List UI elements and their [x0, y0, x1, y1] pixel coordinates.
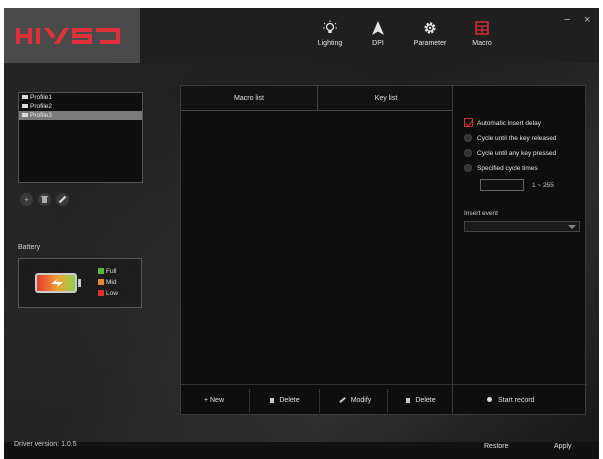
button-divider	[249, 389, 250, 413]
apply-button[interactable]: Apply	[554, 443, 572, 450]
delete-macro-button[interactable]: Delete	[257, 385, 313, 417]
add-profile-button[interactable]: +	[20, 193, 33, 206]
trash-icon	[41, 196, 48, 203]
auto-insert-delay-checkbox[interactable]: Automatic insert delay	[464, 118, 541, 127]
cycle-released-radio[interactable]: Cycle until the key released	[464, 134, 557, 142]
profile-label: Profile1	[30, 94, 53, 101]
delete-macro-label: Delete	[279, 397, 300, 404]
specified-cycles-radio[interactable]: Specified cycle times	[464, 164, 538, 172]
tab-parameter[interactable]: Parameter	[404, 14, 456, 62]
driver-version: Driver version: 1.0.5	[14, 441, 77, 448]
header-bar: Lighting DPI Parameter Macro − ×	[4, 8, 599, 63]
key-list[interactable]	[318, 112, 454, 384]
tab-dpi[interactable]: DPI	[352, 14, 404, 62]
insert-event-select[interactable]	[464, 221, 580, 232]
radio-icon	[464, 164, 472, 172]
legend-swatch-low	[98, 290, 104, 296]
record-bar: Start record	[453, 384, 587, 416]
delete-profile-button[interactable]	[38, 193, 51, 206]
cycle-times-input[interactable]	[480, 179, 524, 191]
tab-macro-label: Macro	[472, 40, 492, 47]
legend-mid: Mid	[98, 279, 116, 286]
trash-icon	[406, 398, 411, 403]
button-divider	[319, 389, 320, 413]
cycle-released-label: Cycle until the key released	[477, 135, 557, 142]
record-dot-icon	[487, 397, 492, 402]
start-record-button[interactable]: Start record	[487, 385, 535, 417]
edit-profile-button[interactable]	[56, 193, 69, 206]
checkbox-checked-icon	[464, 118, 473, 127]
radio-icon	[464, 149, 472, 157]
cycle-any-key-radio[interactable]: Cycle until any key pressed	[464, 149, 556, 157]
legend-swatch-mid	[98, 279, 104, 285]
trash-icon	[270, 398, 275, 403]
macro-grid-icon	[475, 21, 489, 35]
footer-bar	[4, 442, 599, 459]
profile-label: Profile2	[30, 103, 53, 110]
modify-key-button[interactable]: Modify	[325, 385, 385, 417]
cycle-range-text: 1 ~ 255	[532, 182, 554, 189]
battery-panel: Full Mid Low	[18, 258, 142, 308]
start-record-label: Start record	[498, 397, 535, 404]
specified-cycles-label: Specified cycle times	[477, 165, 538, 172]
brand-logo	[16, 28, 120, 44]
charging-bolt-icon	[51, 279, 63, 287]
delete-key-label: Delete	[415, 397, 436, 404]
app-window: Lighting DPI Parameter Macro − × Profile…	[4, 8, 599, 459]
profile-item-selected[interactable]: Profile3	[19, 111, 142, 120]
button-divider	[387, 389, 388, 413]
profile-list: Profile1 Profile2 Profile3	[18, 92, 143, 183]
lightbulb-icon	[323, 20, 337, 33]
tab-dpi-label: DPI	[372, 40, 384, 47]
tab-parameter-label: Parameter	[413, 40, 447, 47]
battery-title: Battery	[18, 244, 41, 251]
tab-lighting-label: Lighting	[317, 40, 343, 47]
tab-lighting[interactable]: Lighting	[304, 14, 356, 62]
macro-list[interactable]	[181, 112, 317, 384]
profile-item[interactable]: Profile1	[19, 93, 142, 102]
delete-key-button[interactable]: Delete	[393, 385, 449, 417]
macro-editor-panel: Macro list Key list + New Delete Modify …	[180, 85, 454, 416]
insert-event-label: Insert event	[464, 210, 498, 217]
legend-full: Full	[98, 268, 116, 275]
minimize-button[interactable]: −	[564, 14, 570, 26]
profile-label: Profile3	[30, 112, 53, 119]
logo-area	[4, 8, 140, 63]
key-list-header: Key list	[318, 86, 454, 111]
battery-tip	[78, 279, 81, 287]
close-button[interactable]: ×	[584, 14, 590, 26]
cycle-any-key-label: Cycle until any key pressed	[477, 150, 557, 157]
arrow-cursor-icon	[372, 21, 384, 35]
macro-button-bar: + New Delete Modify Delete	[181, 384, 454, 416]
macro-options-panel: Automatic insert delay Cycle until the k…	[452, 85, 587, 416]
modify-key-label: Modify	[350, 397, 372, 404]
new-macro-button[interactable]: + New	[189, 385, 239, 417]
profile-item[interactable]: Profile2	[19, 102, 142, 111]
auto-insert-delay-label: Automatic insert delay	[477, 120, 541, 127]
folder-icon	[22, 95, 28, 99]
legend-swatch-full	[98, 268, 104, 274]
legend-low: Low	[98, 290, 118, 297]
gear-icon	[424, 22, 436, 34]
pencil-icon	[338, 396, 346, 404]
legend-low-label: Low	[106, 290, 118, 297]
legend-mid-label: Mid	[106, 279, 117, 286]
radio-icon	[464, 134, 472, 142]
folder-icon	[22, 113, 28, 117]
legend-full-label: Full	[106, 268, 117, 275]
tab-macro[interactable]: Macro	[456, 14, 508, 62]
macro-list-header: Macro list	[181, 86, 317, 111]
chevron-down-icon	[568, 225, 576, 229]
pencil-icon	[58, 195, 67, 204]
restore-button[interactable]: Restore	[484, 443, 509, 450]
folder-icon	[22, 104, 28, 108]
